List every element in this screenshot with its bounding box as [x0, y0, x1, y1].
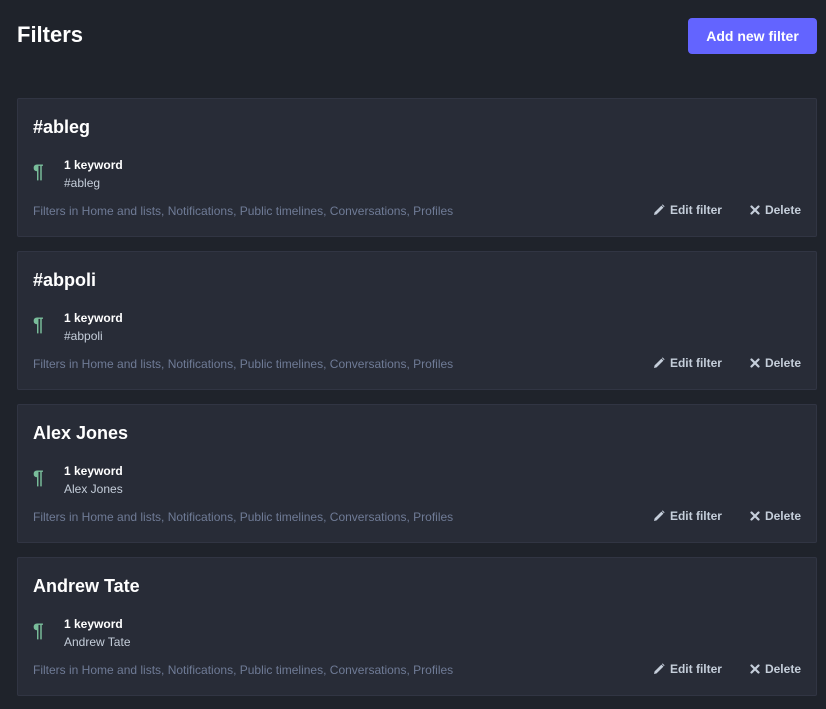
filter-list: #ableg ¶ 1 keyword #ableg Filters in Hom…: [17, 98, 817, 709]
edit-filter-label: Edit filter: [669, 356, 722, 370]
keyword-count: 1 keyword: [64, 617, 123, 631]
delete-filter-link[interactable]: Delete: [750, 356, 801, 370]
paragraph-icon: ¶: [33, 621, 44, 642]
paragraph-icon: ¶: [33, 315, 44, 336]
delete-filter-label: Delete: [764, 356, 801, 370]
filter-actions: Edit filter Delete: [653, 509, 801, 523]
pencil-icon: [653, 663, 665, 675]
keyword-count: 1 keyword: [64, 158, 123, 172]
close-icon: [750, 664, 760, 674]
filter-actions: Edit filter Delete: [653, 662, 801, 676]
delete-filter-label: Delete: [764, 509, 801, 523]
filter-actions: Edit filter Delete: [653, 356, 801, 370]
edit-filter-label: Edit filter: [669, 509, 722, 523]
paragraph-icon: ¶: [33, 468, 44, 489]
page-header: Filters Add new filter: [17, 18, 817, 54]
pencil-icon: [653, 357, 665, 369]
filter-card: #abpoli ¶ 1 keyword #abpoli Filters in H…: [17, 251, 817, 390]
keyword-count: 1 keyword: [64, 311, 123, 325]
filter-card: #ableg ¶ 1 keyword #ableg Filters in Hom…: [17, 98, 817, 237]
keyword-value: #abpoli: [64, 329, 103, 343]
edit-filter-label: Edit filter: [669, 662, 722, 676]
keyword-value: Alex Jones: [64, 482, 123, 496]
keyword-value: #ableg: [64, 176, 101, 190]
delete-filter-label: Delete: [764, 662, 801, 676]
edit-filter-link[interactable]: Edit filter: [653, 356, 722, 370]
delete-filter-label: Delete: [764, 203, 801, 217]
keyword-value: Andrew Tate: [64, 635, 131, 649]
delete-filter-link[interactable]: Delete: [750, 662, 801, 676]
delete-filter-link[interactable]: Delete: [750, 203, 801, 217]
edit-filter-link[interactable]: Edit filter: [653, 203, 722, 217]
close-icon: [750, 205, 760, 215]
filter-title: #ableg: [33, 117, 91, 137]
filter-title: #abpoli: [33, 270, 97, 290]
filter-title: Andrew Tate: [33, 576, 140, 596]
keyword-count: 1 keyword: [64, 464, 123, 478]
delete-filter-link[interactable]: Delete: [750, 509, 801, 523]
close-icon: [750, 511, 760, 521]
edit-filter-link[interactable]: Edit filter: [653, 509, 722, 523]
filter-title: Alex Jones: [33, 423, 129, 443]
edit-filter-link[interactable]: Edit filter: [653, 662, 722, 676]
pencil-icon: [653, 510, 665, 522]
filter-context: Filters in Home and lists, Notifications…: [33, 663, 454, 677]
filter-actions: Edit filter Delete: [653, 203, 801, 217]
edit-filter-label: Edit filter: [669, 203, 722, 217]
add-new-filter-button[interactable]: Add new filter: [688, 18, 817, 54]
page-title: Filters: [17, 22, 84, 47]
filters-page: Filters Add new filter #ableg ¶ 1 keywor…: [0, 0, 826, 709]
paragraph-icon: ¶: [33, 162, 44, 183]
filter-card: Alex Jones ¶ 1 keyword Alex Jones Filter…: [17, 404, 817, 543]
filter-context: Filters in Home and lists, Notifications…: [33, 357, 454, 371]
filter-context: Filters in Home and lists, Notifications…: [33, 510, 454, 524]
close-icon: [750, 358, 760, 368]
filter-card: Andrew Tate ¶ 1 keyword Andrew Tate Filt…: [17, 557, 817, 696]
filter-context: Filters in Home and lists, Notifications…: [33, 204, 454, 218]
pencil-icon: [653, 204, 665, 216]
